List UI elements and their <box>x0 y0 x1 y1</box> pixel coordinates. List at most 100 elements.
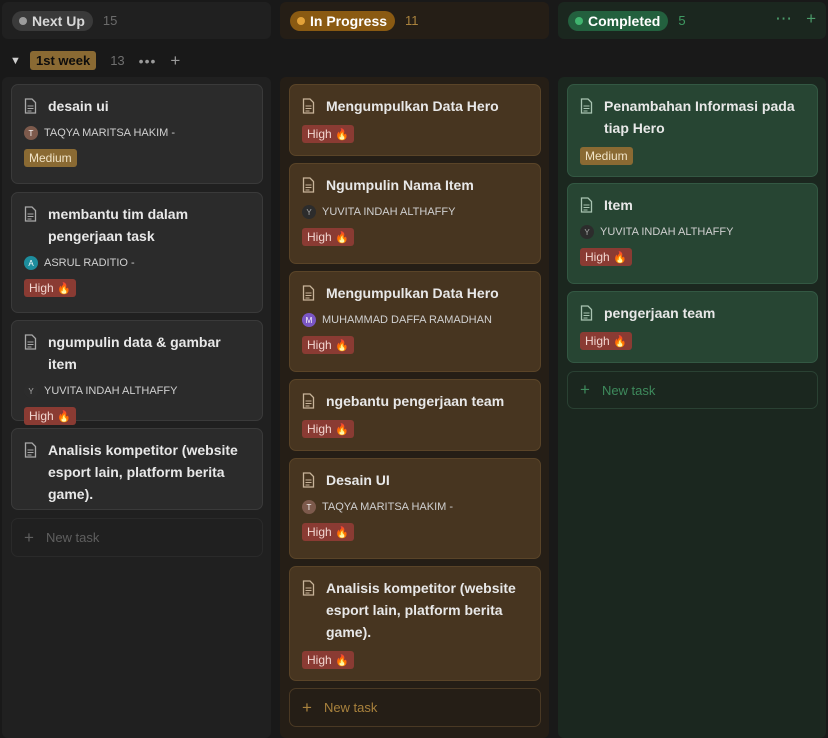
more-options-icon[interactable]: ⋯ <box>775 9 792 29</box>
priority-badge: High 🔥 <box>302 420 354 438</box>
assignee: M MUHAMMAD DAFFA RAMADHAN <box>302 312 528 328</box>
column-header-in-progress: In Progress 11 <box>280 2 549 39</box>
priority-badge: High 🔥 <box>580 248 632 266</box>
status-dot-icon <box>297 16 305 25</box>
assignee: T TAQYA MARITSA HAKIM - <box>302 499 528 515</box>
collapse-caret-icon[interactable]: ▼ <box>10 55 30 67</box>
task-title: Penambahan Informasi pada tiap Hero <box>604 98 795 136</box>
priority-badge: High 🔥 <box>302 125 354 143</box>
priority-badge: High 🔥 <box>580 332 632 350</box>
task-card[interactable]: pengerjaan team High 🔥 <box>567 291 818 363</box>
priority-badge: Medium <box>24 149 77 167</box>
priority-badge: High 🔥 <box>302 228 354 246</box>
fire-icon: 🔥 <box>335 527 349 539</box>
task-title: Mengumpulkan Data Hero <box>326 285 499 301</box>
assignee-name: ASRUL RADITIO - <box>44 257 135 269</box>
column-completed: Penambahan Informasi pada tiap Hero Medi… <box>558 77 826 738</box>
task-card[interactable]: Ngumpulin Nama Item Y YUVITA INDAH ALTHA… <box>289 163 541 264</box>
column-header-completed: Completed 5 ⋯ + <box>558 2 826 39</box>
column-count: 5 <box>678 13 686 28</box>
task-title: ngebantu pengerjaan team <box>326 393 505 409</box>
assignee-name: YUVITA INDAH ALTHAFFY <box>600 226 734 238</box>
task-card[interactable]: Item Y YUVITA INDAH ALTHAFFY High 🔥 <box>567 183 818 284</box>
document-icon <box>302 95 326 114</box>
avatar: Y <box>24 384 38 398</box>
avatar: Y <box>580 225 594 239</box>
document-icon <box>24 203 48 222</box>
status-pill-in-progress[interactable]: In Progress <box>290 10 396 31</box>
new-task-button[interactable]: + New task <box>11 518 263 557</box>
column-count: 15 <box>102 13 118 28</box>
new-task-button[interactable]: + New task <box>567 371 818 409</box>
assignee-name: YUVITA INDAH ALTHAFFY <box>44 385 178 397</box>
status-pill-completed[interactable]: Completed <box>568 10 669 31</box>
new-task-label: New task <box>323 700 378 715</box>
more-options-icon[interactable]: ••• <box>139 53 157 69</box>
task-card[interactable]: desain ui T TAQYA MARITSA HAKIM - Medium <box>11 84 263 184</box>
task-title: Analisis kompetitor (website esport lain… <box>326 580 516 640</box>
assignee: Y YUVITA INDAH ALTHAFFY <box>24 383 250 399</box>
plus-icon: + <box>302 697 312 717</box>
task-card[interactable]: Analisis kompetitor (website esport lain… <box>11 428 263 510</box>
priority-badge: Medium <box>580 147 633 165</box>
column-in-progress: Mengumpulkan Data Hero High 🔥 Ngumpulin … <box>280 77 549 738</box>
new-task-button[interactable]: + New task <box>289 688 541 727</box>
task-title: Desain UI <box>326 472 390 488</box>
task-title: desain ui <box>48 98 109 114</box>
task-title: pengerjaan team <box>604 305 716 321</box>
fire-icon: 🔥 <box>613 252 627 264</box>
status-dot-icon <box>575 16 583 25</box>
avatar: M <box>302 313 316 327</box>
assignee: T TAQYA MARITSA HAKIM - <box>24 125 250 141</box>
status-pill-next-up[interactable]: Next Up <box>12 10 93 31</box>
add-icon[interactable]: + <box>806 9 816 29</box>
new-task-label: New task <box>601 382 656 398</box>
column-label: Next Up <box>32 12 85 29</box>
fire-icon: 🔥 <box>613 336 627 348</box>
assignee: Y YUVITA INDAH ALTHAFFY <box>302 204 528 220</box>
document-icon <box>302 577 326 596</box>
task-title: Analisis kompetitor (website esport lain… <box>48 442 238 502</box>
assignee-name: MUHAMMAD DAFFA RAMADHAN <box>322 314 492 326</box>
priority-badge: High 🔥 <box>302 651 354 669</box>
task-title: Ngumpulin Nama Item <box>326 177 474 193</box>
task-card[interactable]: Penambahan Informasi pada tiap Hero Medi… <box>567 84 818 177</box>
document-icon <box>302 469 326 488</box>
task-card[interactable]: Desain UI T TAQYA MARITSA HAKIM - High 🔥 <box>289 458 541 559</box>
assignee-name: TAQYA MARITSA HAKIM - <box>322 501 454 513</box>
priority-badge: High 🔥 <box>24 407 76 425</box>
task-title: Mengumpulkan Data Hero <box>326 98 499 114</box>
assignee-name: TAQYA MARITSA HAKIM - <box>44 127 176 139</box>
fire-icon: 🔥 <box>335 655 349 667</box>
group-header: ▼ 1st week 13 ••• + <box>10 50 180 71</box>
task-card[interactable]: ngumpulin data & gambar item Y YUVITA IN… <box>11 320 263 425</box>
task-card[interactable]: Mengumpulkan Data Hero M MUHAMMAD DAFFA … <box>289 271 541 372</box>
task-title: ngumpulin data & gambar item <box>48 334 221 372</box>
task-card[interactable]: membantu tim dalam pengerjaan task A ASR… <box>11 192 263 313</box>
task-title: Item <box>604 197 633 213</box>
fire-icon: 🔥 <box>335 129 349 141</box>
priority-badge: High 🔥 <box>302 336 354 354</box>
column-label: In Progress <box>310 12 388 29</box>
column-actions: ⋯ + <box>775 9 816 29</box>
avatar: A <box>24 256 38 270</box>
fire-icon: 🔥 <box>335 424 349 436</box>
fire-icon: 🔥 <box>335 340 349 352</box>
task-card[interactable]: Mengumpulkan Data Hero High 🔥 <box>289 84 541 156</box>
group-label[interactable]: 1st week <box>30 51 97 70</box>
document-icon <box>580 302 604 321</box>
column-next-up: desain ui T TAQYA MARITSA HAKIM - Medium… <box>2 77 271 738</box>
task-card[interactable]: ngebantu pengerjaan team High 🔥 <box>289 379 541 451</box>
new-task-label: New task <box>45 530 100 545</box>
avatar: T <box>302 500 316 514</box>
column-count: 11 <box>405 13 419 28</box>
fire-icon: 🔥 <box>335 232 349 244</box>
fire-icon: 🔥 <box>57 283 71 295</box>
document-icon <box>302 390 326 409</box>
task-card[interactable]: Analisis kompetitor (website esport lain… <box>289 566 541 681</box>
add-icon[interactable]: + <box>170 51 180 71</box>
column-label: Completed <box>588 12 661 29</box>
fire-icon: 🔥 <box>57 411 71 423</box>
document-icon <box>24 95 48 114</box>
document-icon <box>302 282 326 301</box>
